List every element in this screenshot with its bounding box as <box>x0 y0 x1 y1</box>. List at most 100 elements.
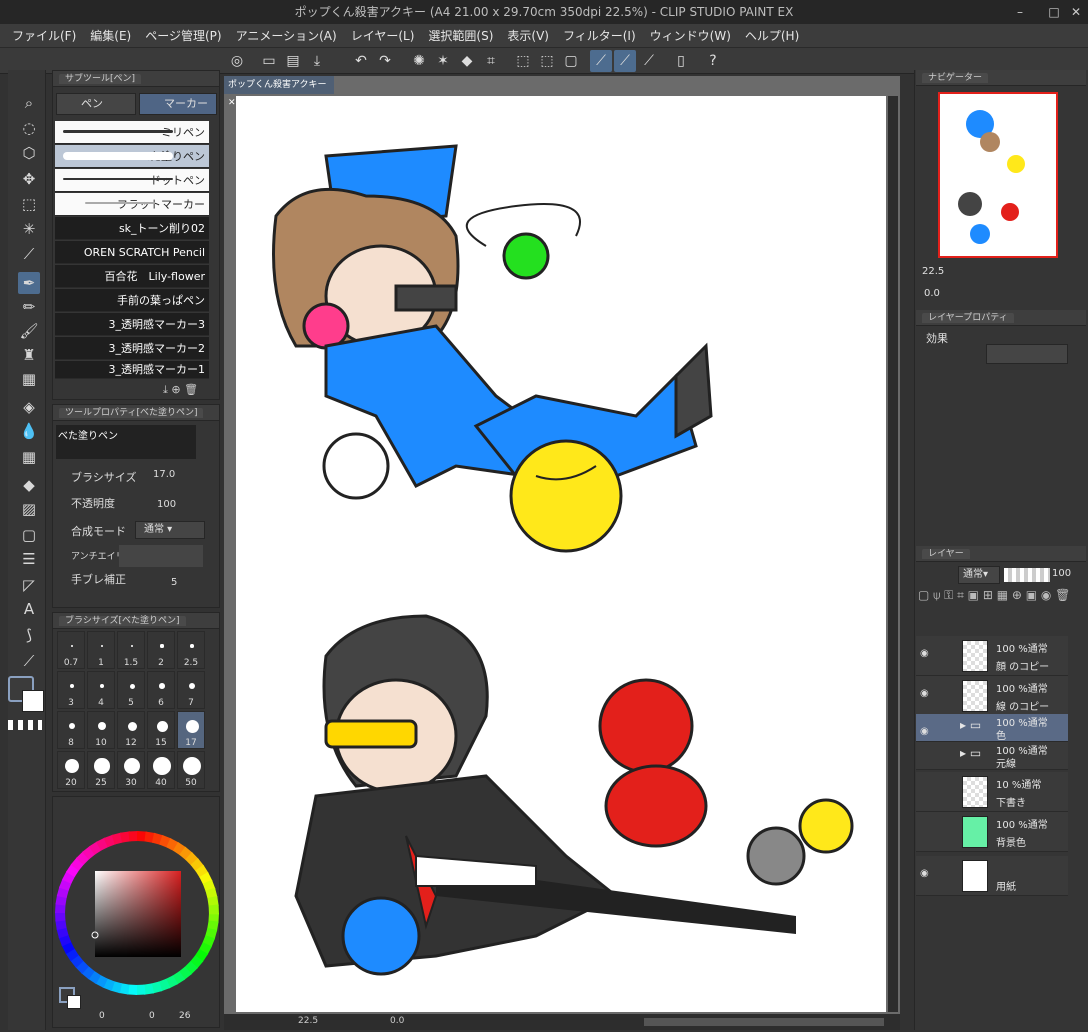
fill-bucket-icon[interactable]: ◆ <box>18 474 40 496</box>
snap-ruler-icon[interactable]: ⟋ <box>590 50 612 72</box>
subtool-footer-icons[interactable]: ⤓ ⊕ 🗑 <box>163 383 198 397</box>
layer-opacity-value[interactable]: 100 <box>1052 568 1071 579</box>
text-icon[interactable]: A <box>18 598 40 620</box>
clear-icon[interactable]: ✶ <box>432 50 454 72</box>
save-icon[interactable]: ⤓ <box>306 50 328 72</box>
antialias-options[interactable] <box>119 545 203 567</box>
frame-icon[interactable]: ☰ <box>18 548 40 570</box>
transform-icon[interactable]: ⌗ <box>480 50 502 72</box>
new-file-icon[interactable]: ▭ <box>258 50 280 72</box>
menu-file[interactable]: ファイル(F) <box>12 27 76 44</box>
brush-size-cell[interactable]: 7 <box>177 671 205 709</box>
brush-size-cell[interactable]: 1.5 <box>117 631 145 669</box>
brush-size-cell[interactable]: 30 <box>117 751 145 789</box>
layer-row[interactable]: ◉ ▸ ▭ 100 %通常色 <box>916 714 1068 742</box>
magic-wand-icon[interactable]: ✳ <box>18 218 40 240</box>
zoom-icon[interactable]: ⌕ <box>18 92 40 114</box>
layer-opacity-slider[interactable] <box>1004 568 1050 582</box>
fill-icon[interactable]: ◆ <box>456 50 478 72</box>
menu-edit[interactable]: 編集(E) <box>90 27 131 44</box>
brush-size-cell[interactable]: 20 <box>57 751 85 789</box>
visibility-eye-icon[interactable]: ◉ <box>920 726 929 737</box>
brush-size-cell[interactable]: 50 <box>177 751 205 789</box>
menu-layer[interactable]: レイヤー(L) <box>351 27 415 44</box>
lasso-icon[interactable]: ◌ <box>18 117 40 139</box>
menu-selection[interactable]: 選択範囲(S) <box>428 27 493 44</box>
opacity-value[interactable]: 100 <box>157 499 176 510</box>
folder-icon[interactable]: ▸ ▭ <box>960 718 981 732</box>
menu-window[interactable]: ウィンドウ(W) <box>650 27 731 44</box>
snap-special-ruler-icon[interactable]: ⟋ <box>614 50 636 72</box>
visibility-eye-icon[interactable]: ◉ <box>920 868 929 879</box>
clip-studio-icon[interactable]: ◎ <box>226 50 248 72</box>
menu-help[interactable]: ヘルプ(H) <box>745 27 799 44</box>
visibility-eye-icon[interactable]: ◉ <box>920 688 929 699</box>
layer-row[interactable]: ◉ 100 %通常線 のコピー <box>916 676 1068 716</box>
transparent-swatch[interactable] <box>8 720 42 730</box>
brush-item[interactable]: 百合花 Lily-flower <box>55 265 209 288</box>
canvas-horizontal-scrollbar[interactable] <box>644 1018 884 1026</box>
help-icon[interactable]: ? <box>702 50 724 72</box>
correct-line-icon[interactable]: ⟋ <box>18 650 40 672</box>
menu-page[interactable]: ページ管理(P) <box>145 27 221 44</box>
brush-size-cell[interactable]: 2.5 <box>177 631 205 669</box>
navigator-zoom[interactable]: 22.5 <box>922 266 944 277</box>
brush-icon[interactable]: 🖌 <box>18 320 40 342</box>
redo-icon[interactable]: ↷ <box>374 50 396 72</box>
minimize-icon[interactable]: – <box>1008 0 1032 24</box>
deselect-icon[interactable]: ⬚ <box>512 50 534 72</box>
brush-item[interactable]: べた塗りペン <box>55 145 209 168</box>
smartphone-icon[interactable]: ▯ <box>670 50 692 72</box>
menu-filter[interactable]: フィルター(I) <box>563 27 636 44</box>
brush-size-cell[interactable]: 12 <box>117 711 145 749</box>
open-file-icon[interactable]: ▤ <box>282 50 304 72</box>
move-icon[interactable]: ✥ <box>18 168 40 190</box>
canvas-vertical-scrollbar[interactable] <box>888 96 898 1012</box>
brush-size-cell[interactable]: 4 <box>87 671 115 709</box>
layer-row[interactable]: 10 %通常 下書き <box>916 772 1068 812</box>
layer-row[interactable]: 100 %通常 背景色 <box>916 812 1068 852</box>
decoration-icon[interactable]: ▦ <box>18 368 40 390</box>
grid-tool-icon[interactable]: ▦ <box>18 446 40 468</box>
document-tab[interactable]: ポップくん殺害アクキー ✕ <box>224 76 334 108</box>
color-wheel[interactable] <box>53 797 221 1017</box>
status-angle[interactable]: 0.0 <box>390 1016 404 1026</box>
status-zoom[interactable]: 22.5 <box>298 1016 318 1026</box>
brush-item[interactable]: 3_透明感マーカー1 <box>55 361 209 379</box>
brush-item[interactable]: 3_透明感マーカー2 <box>55 337 209 360</box>
brush-size-cell[interactable]: 25 <box>87 751 115 789</box>
brush-item[interactable]: 3_透明感マーカー3 <box>55 313 209 336</box>
brush-size-cell[interactable]: 8 <box>57 711 85 749</box>
blend-icon[interactable]: 💧 <box>18 420 40 442</box>
brush-size-cell[interactable]: 3 <box>57 671 85 709</box>
tab-marker[interactable]: マーカー <box>139 93 217 115</box>
gradient-icon[interactable]: ▨ <box>18 498 40 520</box>
menu-animation[interactable]: アニメーション(A) <box>236 27 337 44</box>
brush-item[interactable]: フラットマーカー <box>55 193 209 216</box>
brush-item[interactable]: sk_トーン削り02 <box>55 217 209 240</box>
eraser-icon[interactable]: ◈ <box>18 396 40 418</box>
layer-row[interactable]: ◉ 100 %通常顔 のコピー <box>916 636 1068 676</box>
pen-icon[interactable]: ✒ <box>18 272 40 294</box>
undo-icon[interactable]: ↶ <box>350 50 372 72</box>
menu-view[interactable]: 表示(V) <box>507 27 549 44</box>
object-icon[interactable]: ⬡ <box>18 142 40 164</box>
brush-size-cell[interactable]: 6 <box>147 671 175 709</box>
balloon-icon[interactable]: ⟆ <box>18 624 40 646</box>
tab-pen[interactable]: ペン <box>56 93 136 115</box>
brush-item[interactable]: OREN SCRATCH Pencil <box>55 241 209 264</box>
blend-mode-select[interactable]: 通常 ▾ <box>135 521 205 539</box>
navigator-angle[interactable]: 0.0 <box>924 288 940 299</box>
brush-item[interactable]: ドットペン <box>55 169 209 192</box>
layer-toolbar-icons[interactable]: ▢ ⍦ ⚿ ⌗ ▣ ⊞ ▦ ⊕ ▣ ◉ 🗑 <box>918 588 1086 628</box>
airbrush-icon[interactable]: ♜ <box>18 344 40 366</box>
brush-size-cell[interactable]: 15 <box>147 711 175 749</box>
brush-size-cell[interactable]: 0.7 <box>57 631 85 669</box>
invert-selection-icon[interactable]: ⬚ <box>536 50 558 72</box>
effect-buttons[interactable] <box>986 344 1068 364</box>
layer-row[interactable]: ◉ 用紙 <box>916 856 1068 896</box>
ruler-icon[interactable]: ◸ <box>18 574 40 596</box>
sub-color-swatch[interactable] <box>22 690 44 712</box>
canvas-paper[interactable] <box>236 96 886 1012</box>
selection-icon[interactable]: ⬚ <box>18 193 40 215</box>
